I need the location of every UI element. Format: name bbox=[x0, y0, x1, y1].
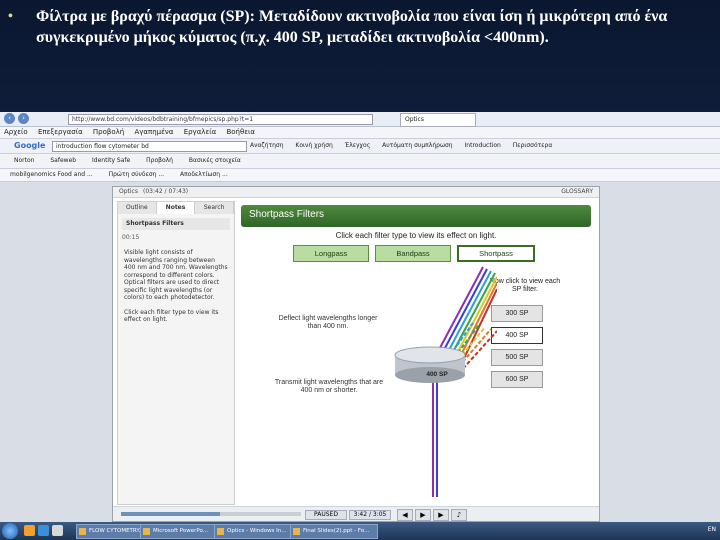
google-check-button[interactable]: Έλεγχος bbox=[345, 142, 370, 149]
notes-paragraph: Visible light consists of wavelengths ra… bbox=[124, 249, 228, 301]
browser-screenshot: ‹ › http://www.bd.com/videos/bdbtraining… bbox=[0, 112, 720, 540]
favorite-item[interactable]: Αποδελτίωση ... bbox=[180, 171, 228, 178]
safeweb-button[interactable]: Safeweb bbox=[50, 157, 76, 164]
section-time: 00:15 bbox=[122, 234, 140, 241]
menu-edit[interactable]: Επεξεργασία bbox=[38, 128, 83, 136]
progress-bar[interactable] bbox=[121, 512, 301, 516]
url-input[interactable]: http://www.bd.com/videos/bdbtraining/bfm… bbox=[68, 114, 373, 125]
shortpass-button[interactable]: Shortpass bbox=[457, 245, 535, 262]
light-beam-diagram bbox=[394, 266, 497, 497]
page-content: Optics (03:42 / 07:43) GLOSSARY Outline … bbox=[0, 182, 720, 522]
taskbar-item[interactable]: FLOW CYTOMETRY... bbox=[76, 524, 148, 539]
slide-paragraph: Φίλτρα με βραχύ πέρασμα (SP): Μεταδίδουν… bbox=[36, 8, 668, 46]
player-sidebar: Outline Notes Search Shortpass Filters 0… bbox=[117, 201, 235, 505]
bandpass-button[interactable]: Bandpass bbox=[375, 245, 451, 262]
section-title: Shortpass Filters bbox=[122, 218, 230, 230]
sp-400-button[interactable]: 400 SP bbox=[491, 327, 543, 344]
next-icon[interactable]: ▶ bbox=[433, 509, 449, 521]
course-player: Optics (03:42 / 07:43) GLOSSARY Outline … bbox=[112, 186, 600, 522]
windows-taskbar: FLOW CYTOMETRY... Microsoft PowerPo... O… bbox=[0, 522, 720, 540]
google-more-button[interactable]: Περισσότερα bbox=[513, 142, 553, 149]
menu-view[interactable]: Προβολή bbox=[93, 128, 124, 136]
volume-icon[interactable]: ♪ bbox=[451, 509, 467, 521]
favorite-item[interactable]: mobilgenomics Food and ... bbox=[10, 171, 93, 178]
back-icon[interactable]: ‹ bbox=[4, 113, 15, 124]
taskbar-item[interactable]: Final Slides(2).ppt - Fo... bbox=[290, 524, 378, 539]
filter-label: 400 SP bbox=[426, 371, 448, 378]
sp-600-button[interactable]: 600 SP bbox=[491, 371, 543, 388]
browser-tab[interactable]: Optics bbox=[400, 113, 476, 127]
glossary-link[interactable]: GLOSSARY bbox=[561, 188, 593, 195]
player-title: Optics bbox=[119, 188, 138, 195]
norton-view-button[interactable]: Προβολή bbox=[146, 157, 173, 164]
norton-basics-button[interactable]: Βασικές στοιχεία bbox=[189, 157, 241, 164]
google-logo: Google bbox=[14, 141, 46, 150]
menu-help[interactable]: Βοήθεια bbox=[226, 128, 255, 136]
forward-icon[interactable]: › bbox=[18, 113, 29, 124]
explorer-icon[interactable] bbox=[24, 525, 35, 536]
elapsed-time: 3:42 / 3:05 bbox=[349, 510, 391, 520]
slide-banner: Shortpass Filters bbox=[241, 205, 591, 227]
player-header: Optics (03:42 / 07:43) GLOSSARY bbox=[113, 187, 599, 198]
tab-search[interactable]: Search bbox=[195, 202, 235, 214]
menu-bar: Αρχείο Επεξεργασία Προβολή Αγαπημένα Εργ… bbox=[0, 127, 720, 139]
progress-fill bbox=[121, 512, 220, 516]
now-click-text: Now click to view each SP filter. bbox=[489, 278, 561, 293]
instruction-text: Click each filter type to view its effec… bbox=[335, 231, 497, 240]
tab-outline[interactable]: Outline bbox=[118, 202, 157, 214]
media-icon[interactable] bbox=[52, 525, 63, 536]
menu-tools[interactable]: Εργαλεία bbox=[184, 128, 217, 136]
notes-paragraph: Click each filter type to view its effec… bbox=[124, 308, 219, 324]
lesson-slide: Shortpass Filters Click each filter type… bbox=[237, 201, 595, 503]
identity-safe-button[interactable]: Identity Safe bbox=[92, 157, 130, 164]
google-search-button[interactable]: Αναζήτηση bbox=[250, 142, 284, 149]
google-share-button[interactable]: Κοινή χρήση bbox=[295, 142, 332, 149]
deflect-caption: Deflect light wavelengths longer than 40… bbox=[278, 315, 378, 330]
menu-file[interactable]: Αρχείο bbox=[4, 128, 28, 136]
banner-title: Shortpass Filters bbox=[249, 209, 325, 220]
taskbar-item[interactable]: Optics - Windows In... bbox=[214, 524, 298, 539]
sp-300-button[interactable]: 300 SP bbox=[491, 305, 543, 322]
play-icon[interactable]: ▶ bbox=[415, 509, 431, 521]
notes-text: Visible light consists of wavelengths ra… bbox=[124, 249, 228, 324]
favorites-bar: mobilgenomics Food and ... Πρώτη σύνδεση… bbox=[0, 169, 720, 182]
favorite-item[interactable]: Πρώτη σύνδεση ... bbox=[109, 171, 164, 178]
prev-icon[interactable]: ◀ bbox=[397, 509, 413, 521]
player-controls: PAUSED 3:42 / 3:05 ◀ ▶ ▶ ♪ bbox=[113, 506, 599, 521]
longpass-button[interactable]: Longpass bbox=[293, 245, 369, 262]
tab-notes[interactable]: Notes bbox=[156, 202, 196, 214]
start-button-icon[interactable] bbox=[2, 523, 18, 539]
system-tray: EN bbox=[707, 526, 716, 533]
transmit-caption: Transmit light wavelengths that are 400 … bbox=[274, 379, 384, 394]
slide-bullet-text: • Φίλτρα με βραχύ πέρασμα (SP): Μεταδίδο… bbox=[8, 6, 708, 48]
google-introduction-button[interactable]: Introduction bbox=[465, 142, 501, 149]
google-toolbar: Google introduction flow cytometer bd Αν… bbox=[0, 139, 720, 154]
ie-icon[interactable] bbox=[38, 525, 49, 536]
google-toolbar-items: Αναζήτηση Κοινή χρήση Έλεγχος Αυτόματη σ… bbox=[250, 142, 562, 149]
norton-toolbar: Norton Safeweb Identity Safe Προβολή Βασ… bbox=[0, 154, 720, 169]
taskbar-item[interactable]: Microsoft PowerPo... bbox=[140, 524, 222, 539]
sp-500-button[interactable]: 500 SP bbox=[491, 349, 543, 366]
sidebar-tabs: Outline Notes Search bbox=[118, 202, 235, 214]
norton-button[interactable]: Norton bbox=[14, 157, 34, 164]
address-bar: ‹ › http://www.bd.com/videos/bdbtraining… bbox=[0, 112, 720, 127]
paused-indicator: PAUSED bbox=[305, 510, 347, 520]
player-time: (03:42 / 07:43) bbox=[143, 188, 189, 195]
google-autofill-button[interactable]: Αυτόματη συμπλήρωση bbox=[382, 142, 452, 149]
menu-favorites[interactable]: Αγαπημένα bbox=[134, 128, 173, 136]
google-search-input[interactable]: introduction flow cytometer bd bbox=[52, 141, 247, 152]
bullet-icon: • bbox=[8, 9, 13, 24]
